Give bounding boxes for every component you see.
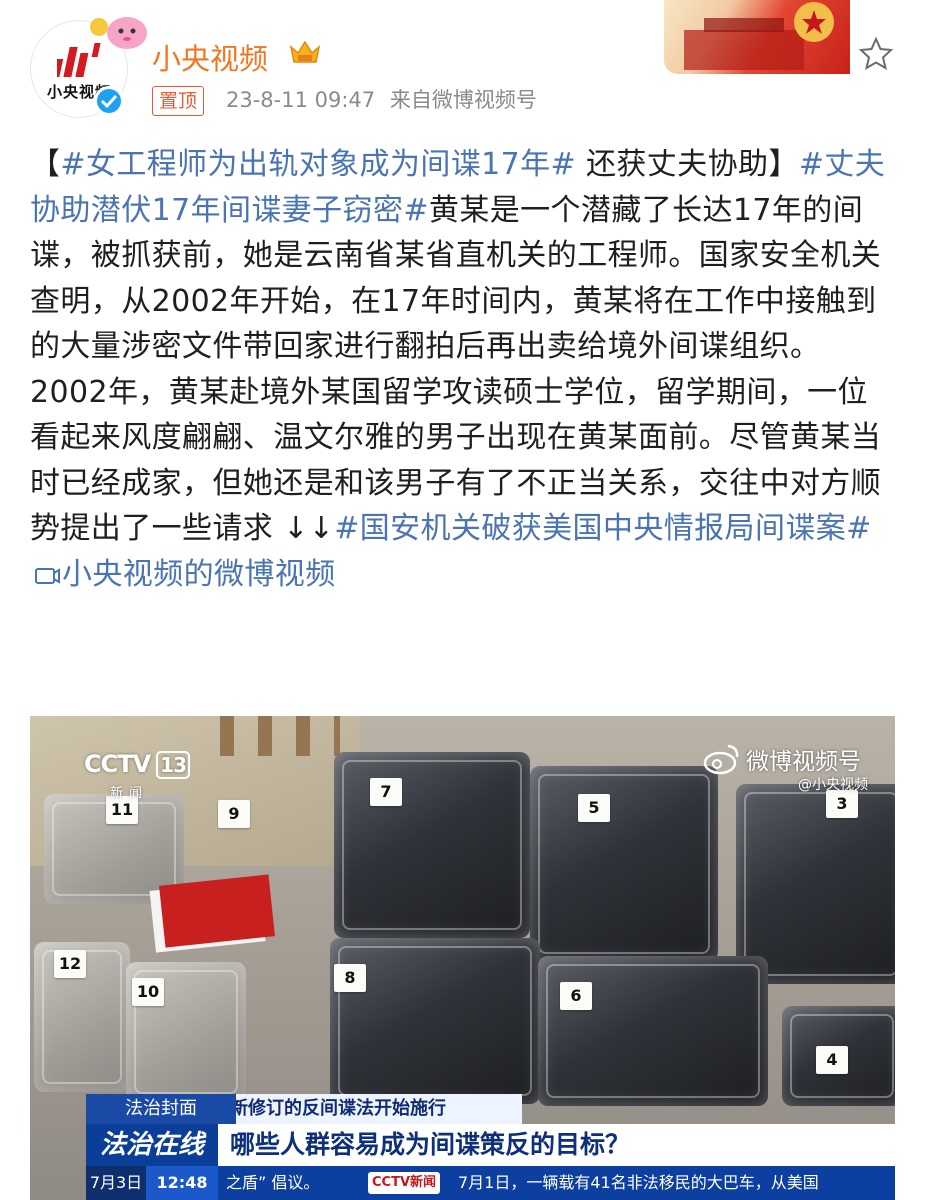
username[interactable]: 小央视频 [152, 36, 268, 78]
post-text-segment-b: 黄某是一个潜藏了长达17年的间谍，被抓获前，她是云南省某省直机关的工程师。国家安… [30, 192, 882, 547]
post-body: 【#女工程师为出轨对象成为间谍17年# 还获丈夫协助】#丈夫协助潜伏17年间谍妻… [30, 142, 898, 597]
evidence-number: 8 [334, 964, 366, 992]
evidence-bag [530, 766, 718, 962]
evidence-bag [538, 956, 768, 1106]
evidence-number: 10 [132, 978, 164, 1006]
video-link[interactable]: 小央视频的微博视频 [62, 557, 336, 592]
watermark-handle: @小央视频 [798, 777, 868, 793]
post-meta: 23-8-11 09:47 来自微博视频号 [226, 86, 537, 114]
member-crown-icon[interactable] [288, 38, 322, 68]
brand-logo-icon [57, 43, 101, 77]
news-ticker: 7月3日 12:48 之盾” 倡议。 CCTV新闻 7月1日，一辆载有41名非法… [86, 1166, 895, 1200]
verified-check-icon [94, 86, 124, 116]
chair-legs [220, 716, 340, 756]
post-text-segment-a: 还获丈夫协助】 [576, 147, 799, 182]
pinned-badge: 置顶 [152, 86, 205, 116]
ticker-text: 7月1日，一辆载有41名非法移民的大巴车，从美国 [458, 1173, 819, 1192]
weibo-icon [703, 744, 739, 775]
lower-third-headline: 哪些人群容易成为间谍策反的目标？ [218, 1124, 895, 1166]
evidence-number: 5 [578, 794, 610, 822]
bracket-open: 【 [30, 147, 61, 182]
evidence-bag [330, 938, 540, 1104]
evidence-number: 9 [218, 800, 250, 828]
lower-third-subtitle: 新修订的反间谍法开始施行 [218, 1094, 522, 1124]
hashtag-1[interactable]: #女工程师为出轨对象成为间谍17年# [60, 147, 576, 182]
post-timestamp: 23-8-11 09:47 [226, 88, 376, 112]
post-source[interactable]: 来自微博视频号 [390, 88, 537, 112]
arrows: ↓↓ [273, 511, 335, 546]
video-player[interactable]: 11 9 7 5 3 12 10 8 6 4 CCTV 13 新闻 微博视频号 @… [30, 716, 895, 1200]
evidence-number: 12 [54, 950, 86, 978]
evidence-bag [736, 784, 895, 984]
tiananmen-emblem-icon [684, 2, 834, 70]
evidence-number: 6 [560, 982, 592, 1010]
evidence-number: 4 [816, 1046, 848, 1074]
evidence-number: 7 [370, 778, 402, 806]
ticker-text: 之盾” 倡议。 [226, 1173, 320, 1192]
lower-third-brand: 法治在线 [86, 1124, 218, 1166]
ticker-date: 7月3日 [86, 1166, 146, 1200]
ticker-cctv-logo: CCTV新闻 [368, 1172, 441, 1194]
decorative-banner [664, 0, 850, 74]
lower-third-program: 法治封面 [86, 1094, 236, 1124]
video-play-icon[interactable] [34, 566, 60, 586]
hashtag-3[interactable]: #国安机关破获美国中央情报局间谍案# [334, 511, 871, 546]
cctv-channel-logo: CCTV 13 [84, 750, 191, 779]
cctv-channel-sub: 新闻 [110, 786, 149, 801]
evidence-number: 3 [826, 790, 858, 818]
star-outline-icon[interactable] [858, 36, 894, 72]
watermark-text: 微博视频号 [746, 749, 861, 775]
red-folder [159, 874, 275, 948]
ticker-time: 12:48 [146, 1166, 218, 1200]
evidence-bag [334, 752, 530, 938]
